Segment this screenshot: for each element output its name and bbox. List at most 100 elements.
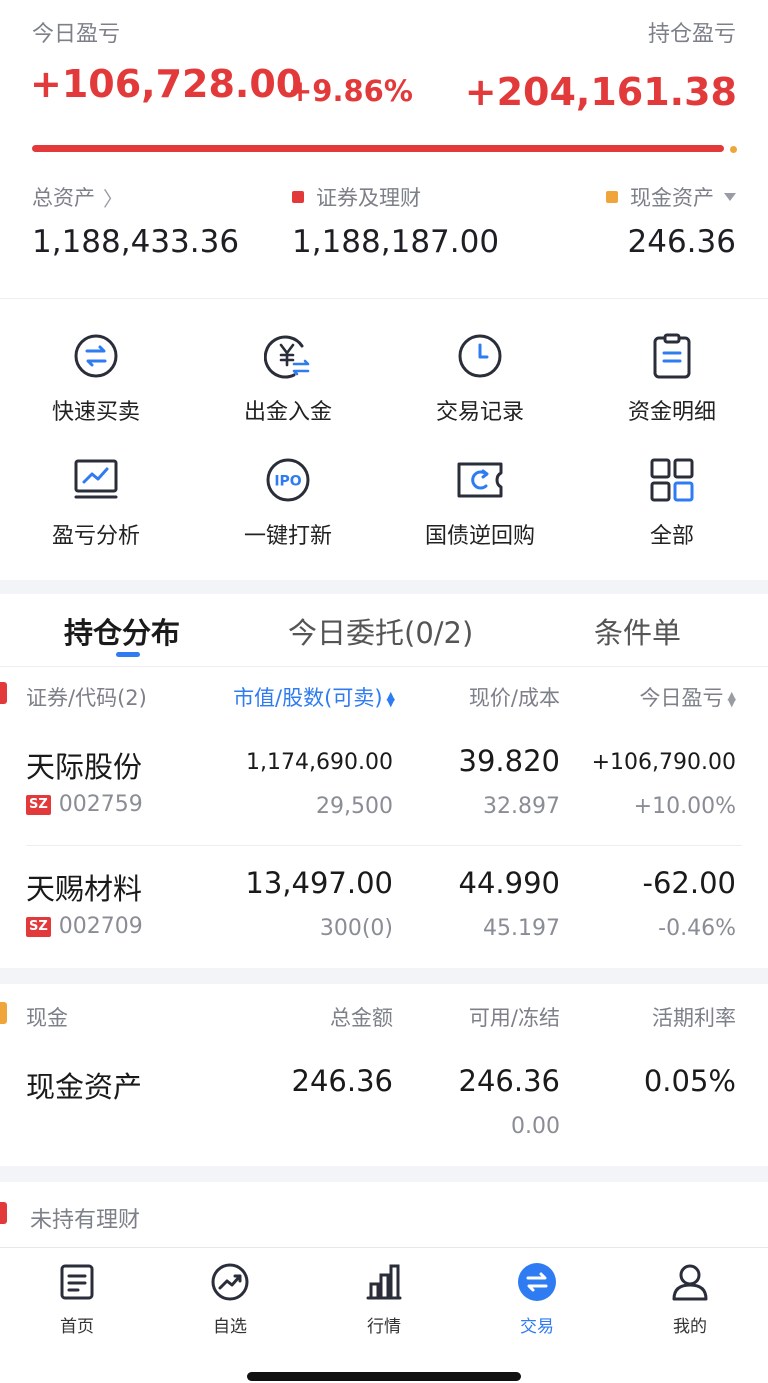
cash-assets-label: 现金资产 xyxy=(630,186,714,210)
market-badge: SZ xyxy=(26,794,51,815)
tab-holdings[interactable]: 持仓分布 xyxy=(64,610,180,652)
nav-watchlist[interactable]: 自选 xyxy=(180,1262,280,1337)
clipboard-icon xyxy=(648,332,696,380)
market-value: 1,174,690.00 xyxy=(246,750,393,775)
row-divider xyxy=(26,845,742,846)
bar-chart-icon xyxy=(364,1262,404,1302)
cash-row-label: 现金资产 xyxy=(26,1070,143,1104)
nav-trade[interactable]: 交易 xyxy=(487,1262,587,1337)
today-pnl: -62.00 xyxy=(642,866,737,900)
nav-home[interactable]: 首页 xyxy=(27,1262,127,1337)
today-pnl-label: 今日盈亏 xyxy=(32,22,121,47)
cash-available: 246.36 xyxy=(458,1064,560,1098)
cost-price: 45.197 xyxy=(483,916,560,941)
today-pnl: +106,790.00 xyxy=(591,750,736,775)
col-available-frozen: 可用/冻结 xyxy=(468,1006,560,1030)
securities-label: 证券及理财 xyxy=(316,186,421,210)
cash-row[interactable]: 现金资产 246.36 246.36 0.00 0.05% xyxy=(0,1046,768,1166)
sort-market-value[interactable]: 市值/股数(可卖) ▲ ▼ xyxy=(233,682,395,712)
current-price: 39.820 xyxy=(458,744,560,778)
securities-color-swatch xyxy=(292,191,304,203)
monitor-chart-icon xyxy=(72,456,120,504)
shortcut-ipo-subscribe[interactable]: IPO 一键打新 xyxy=(192,456,384,550)
nav-label: 行情 xyxy=(367,1317,401,1337)
shortcut-label: 国债逆回购 xyxy=(424,524,535,549)
section-flag-icon xyxy=(0,1002,7,1024)
col-interest-rate: 活期利率 xyxy=(652,1006,736,1030)
shortcut-label: 盈亏分析 xyxy=(51,524,140,549)
shortcut-treasury-repo[interactable]: 国债逆回购 xyxy=(384,456,576,550)
shortcut-label: 出金入金 xyxy=(243,400,332,425)
shortcut-pnl-analysis[interactable]: 盈亏分析 xyxy=(0,456,192,550)
svg-text:IPO: IPO xyxy=(274,474,301,490)
grid-icon xyxy=(648,456,696,504)
total-assets-value: 1,188,433.36 xyxy=(32,224,240,260)
positions-header: 证券/代码(2) 市值/股数(可卖) ▲ ▼ 现价/成本 今日盈亏 ▲ ▼ xyxy=(0,674,768,720)
total-assets-link[interactable]: 总资产 〉 xyxy=(32,182,123,212)
stock-code-text: 002709 xyxy=(58,914,143,939)
market-value: 13,497.00 xyxy=(245,866,393,900)
stock-code-text: 002759 xyxy=(58,792,143,817)
section-gap xyxy=(0,968,768,984)
section-gap xyxy=(0,580,768,594)
position-row[interactable]: 天际股份 SZ 002759 1,174,690.00 29,500 39.82… xyxy=(0,726,768,846)
section-flag-icon xyxy=(0,682,7,704)
cash-rate: 0.05% xyxy=(643,1064,736,1098)
nav-label: 首页 xyxy=(60,1317,94,1337)
clock-icon xyxy=(456,332,504,380)
stock-code: SZ 002759 xyxy=(26,792,143,817)
holding-pnl-value: +204,161.38 xyxy=(464,70,737,114)
shortcut-label: 交易记录 xyxy=(435,400,524,425)
exchange-icon xyxy=(72,332,120,380)
stock-name: 天际股份 xyxy=(26,750,143,784)
stock-name: 天赐材料 xyxy=(26,872,143,906)
divider xyxy=(0,298,768,299)
section-gap xyxy=(0,1166,768,1182)
pnl-summary: 今日盈亏 持仓盈亏 +106,728.00 +9.86% +204,161.38… xyxy=(0,0,768,298)
shortcut-deposit-withdraw[interactable]: 出金入金 xyxy=(192,332,384,426)
sort-today-pnl[interactable]: 今日盈亏 ▲ ▼ xyxy=(640,682,736,712)
holding-pnl-label: 持仓盈亏 xyxy=(647,22,736,47)
cash-allocation-dot xyxy=(730,146,737,153)
shortcut-trade-records[interactable]: 交易记录 xyxy=(384,332,576,426)
shortcut-label: 一键打新 xyxy=(243,524,332,549)
active-tab-indicator xyxy=(116,652,140,657)
tab-today-orders[interactable]: 今日委托(0/2) xyxy=(288,610,473,652)
position-row[interactable]: 天赐材料 SZ 002709 13,497.00 300(0) 44.990 4… xyxy=(0,848,768,968)
stock-code: SZ 002709 xyxy=(26,914,143,939)
sort-icon: ▲ ▼ xyxy=(386,689,395,709)
securities-legend: 证券及理财 xyxy=(292,182,421,212)
col-market-value-label: 市值/股数(可卖) xyxy=(233,686,383,710)
divider xyxy=(0,666,768,667)
caret-down-icon xyxy=(724,193,736,201)
shortcut-all[interactable]: 全部 xyxy=(576,456,768,550)
asset-allocation-bar xyxy=(32,145,724,152)
nav-label: 交易 xyxy=(520,1317,554,1337)
yuan-transfer-icon xyxy=(263,332,312,380)
market-badge: SZ xyxy=(26,916,51,937)
shortcut-fund-details[interactable]: 资金明细 xyxy=(576,332,768,426)
shortcut-label: 快速买卖 xyxy=(51,400,140,425)
cash-assets-dropdown[interactable]: 现金资产 xyxy=(606,182,736,212)
today-pnl-percent: +10.00% xyxy=(633,794,736,819)
securities-value: 1,188,187.00 xyxy=(292,224,500,260)
wealth-header[interactable]: 未持有理财 xyxy=(0,1194,768,1240)
nav-label: 自选 xyxy=(213,1317,247,1337)
cash-header: 现金 总金额 可用/冻结 活期利率 xyxy=(0,994,768,1040)
section-flag-icon xyxy=(0,1202,7,1224)
nav-profile[interactable]: 我的 xyxy=(640,1262,740,1337)
home-indicator xyxy=(247,1372,521,1381)
trend-icon xyxy=(210,1262,250,1302)
share-count: 29,500 xyxy=(316,794,393,819)
tab-conditional-orders[interactable]: 条件单 xyxy=(594,610,681,652)
cash-frozen: 0.00 xyxy=(511,1114,560,1139)
position-tabs: 持仓分布 今日委托(0/2) 条件单 xyxy=(0,594,768,666)
shortcut-quick-trade[interactable]: 快速买卖 xyxy=(0,332,192,426)
nav-label: 我的 xyxy=(673,1317,707,1337)
shortcut-label: 全部 xyxy=(649,524,694,549)
chevron-right-icon: 〉 xyxy=(103,186,123,211)
today-pnl-percent: +9.86% xyxy=(288,74,413,108)
col-price-cost: 现价/成本 xyxy=(468,686,560,710)
nav-market[interactable]: 行情 xyxy=(334,1262,434,1337)
sort-icon: ▲ ▼ xyxy=(727,689,736,709)
